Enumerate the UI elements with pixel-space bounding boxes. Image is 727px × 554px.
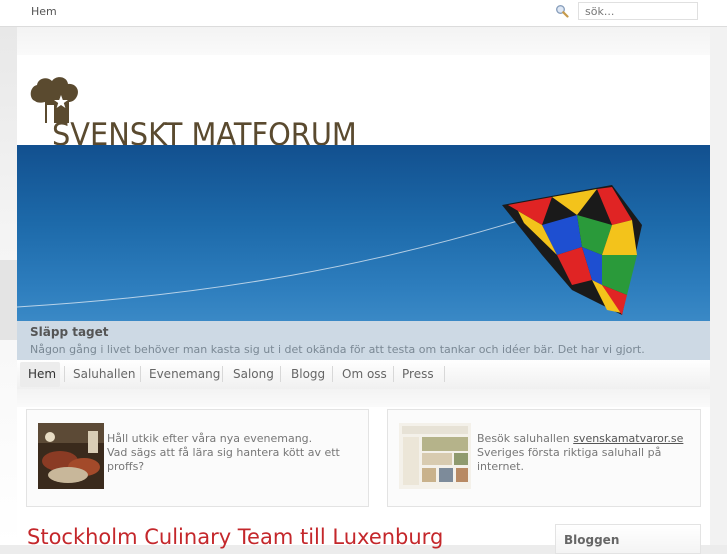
article-title[interactable]: Stockholm Culinary Team till Luxenburg [27,525,443,549]
nav-separator [393,366,394,382]
left-edge-band [0,260,17,340]
nav-item-press[interactable]: Press [402,365,434,383]
nav-item-saluhallen[interactable]: Saluhallen [73,365,136,383]
promo-box-saluhallen: Besök saluhallen svenskamatvaror.se Sver… [387,409,701,507]
promo-saluhallen-prefix: Besök saluhallen [477,432,574,445]
nav-separator [222,366,223,382]
sub-nav-band [17,389,710,407]
top-home-link[interactable]: Hem [31,5,57,18]
nav-item-om-oss[interactable]: Om oss [342,365,387,383]
hero-caption-title: Släpp taget [30,325,109,339]
search-icon[interactable] [555,4,569,18]
nav-separator [64,366,65,382]
promo-events-line3: proffs? [107,460,145,473]
top-bar: Hem [0,0,727,27]
nav-item-salong[interactable]: Salong [233,365,274,383]
nav-separator [332,366,333,382]
logo-area: SVENSKT MATFORUM [17,55,710,153]
header-band [17,27,710,55]
promo-events-line1: Håll utkik efter våra nya evenemang. [107,432,313,445]
hero-banner [17,145,710,321]
nav-item-evenemang[interactable]: Evenemang [149,365,220,383]
hero-caption: Släpp taget Någon gång i livet behöver m… [17,321,710,360]
page-container: SVENSKT MATFORUM Släpp taget Någon gång … [17,27,710,554]
promo-box-events: Håll utkik efter våra nya evenemang. Vad… [26,409,369,507]
website-screenshot-image[interactable] [399,423,471,489]
nav-separator [444,366,445,382]
nav-item-blogg[interactable]: Blogg [291,365,325,383]
kite-image [17,185,642,315]
meat-dish-image[interactable] [38,423,104,489]
sidebar-blog-box: Bloggen [555,524,701,554]
nav-separator [280,366,281,382]
promo-saluhallen-line2: Sveriges första riktiga saluhall på [477,446,662,459]
svenskamatvaror-link[interactable]: svenskamatvaror.se [573,432,683,445]
promo-events-line2: Vad sägs att få lära sig hantera kött av… [107,446,340,459]
search-input[interactable] [578,2,698,20]
nav-separator [140,366,141,382]
main-nav: Hem Saluhallen Evenemang Salong Blogg Om… [17,360,710,390]
promo-saluhallen-line1: Besök saluhallen svenskamatvaror.se [477,432,683,446]
promo-saluhallen-line3: internet. [477,460,524,473]
nav-item-hem[interactable]: Hem [28,365,56,383]
left-edge [0,27,17,545]
right-edge [710,27,727,545]
hero-caption-text: Någon gång i livet behöver man kasta sig… [30,343,645,356]
